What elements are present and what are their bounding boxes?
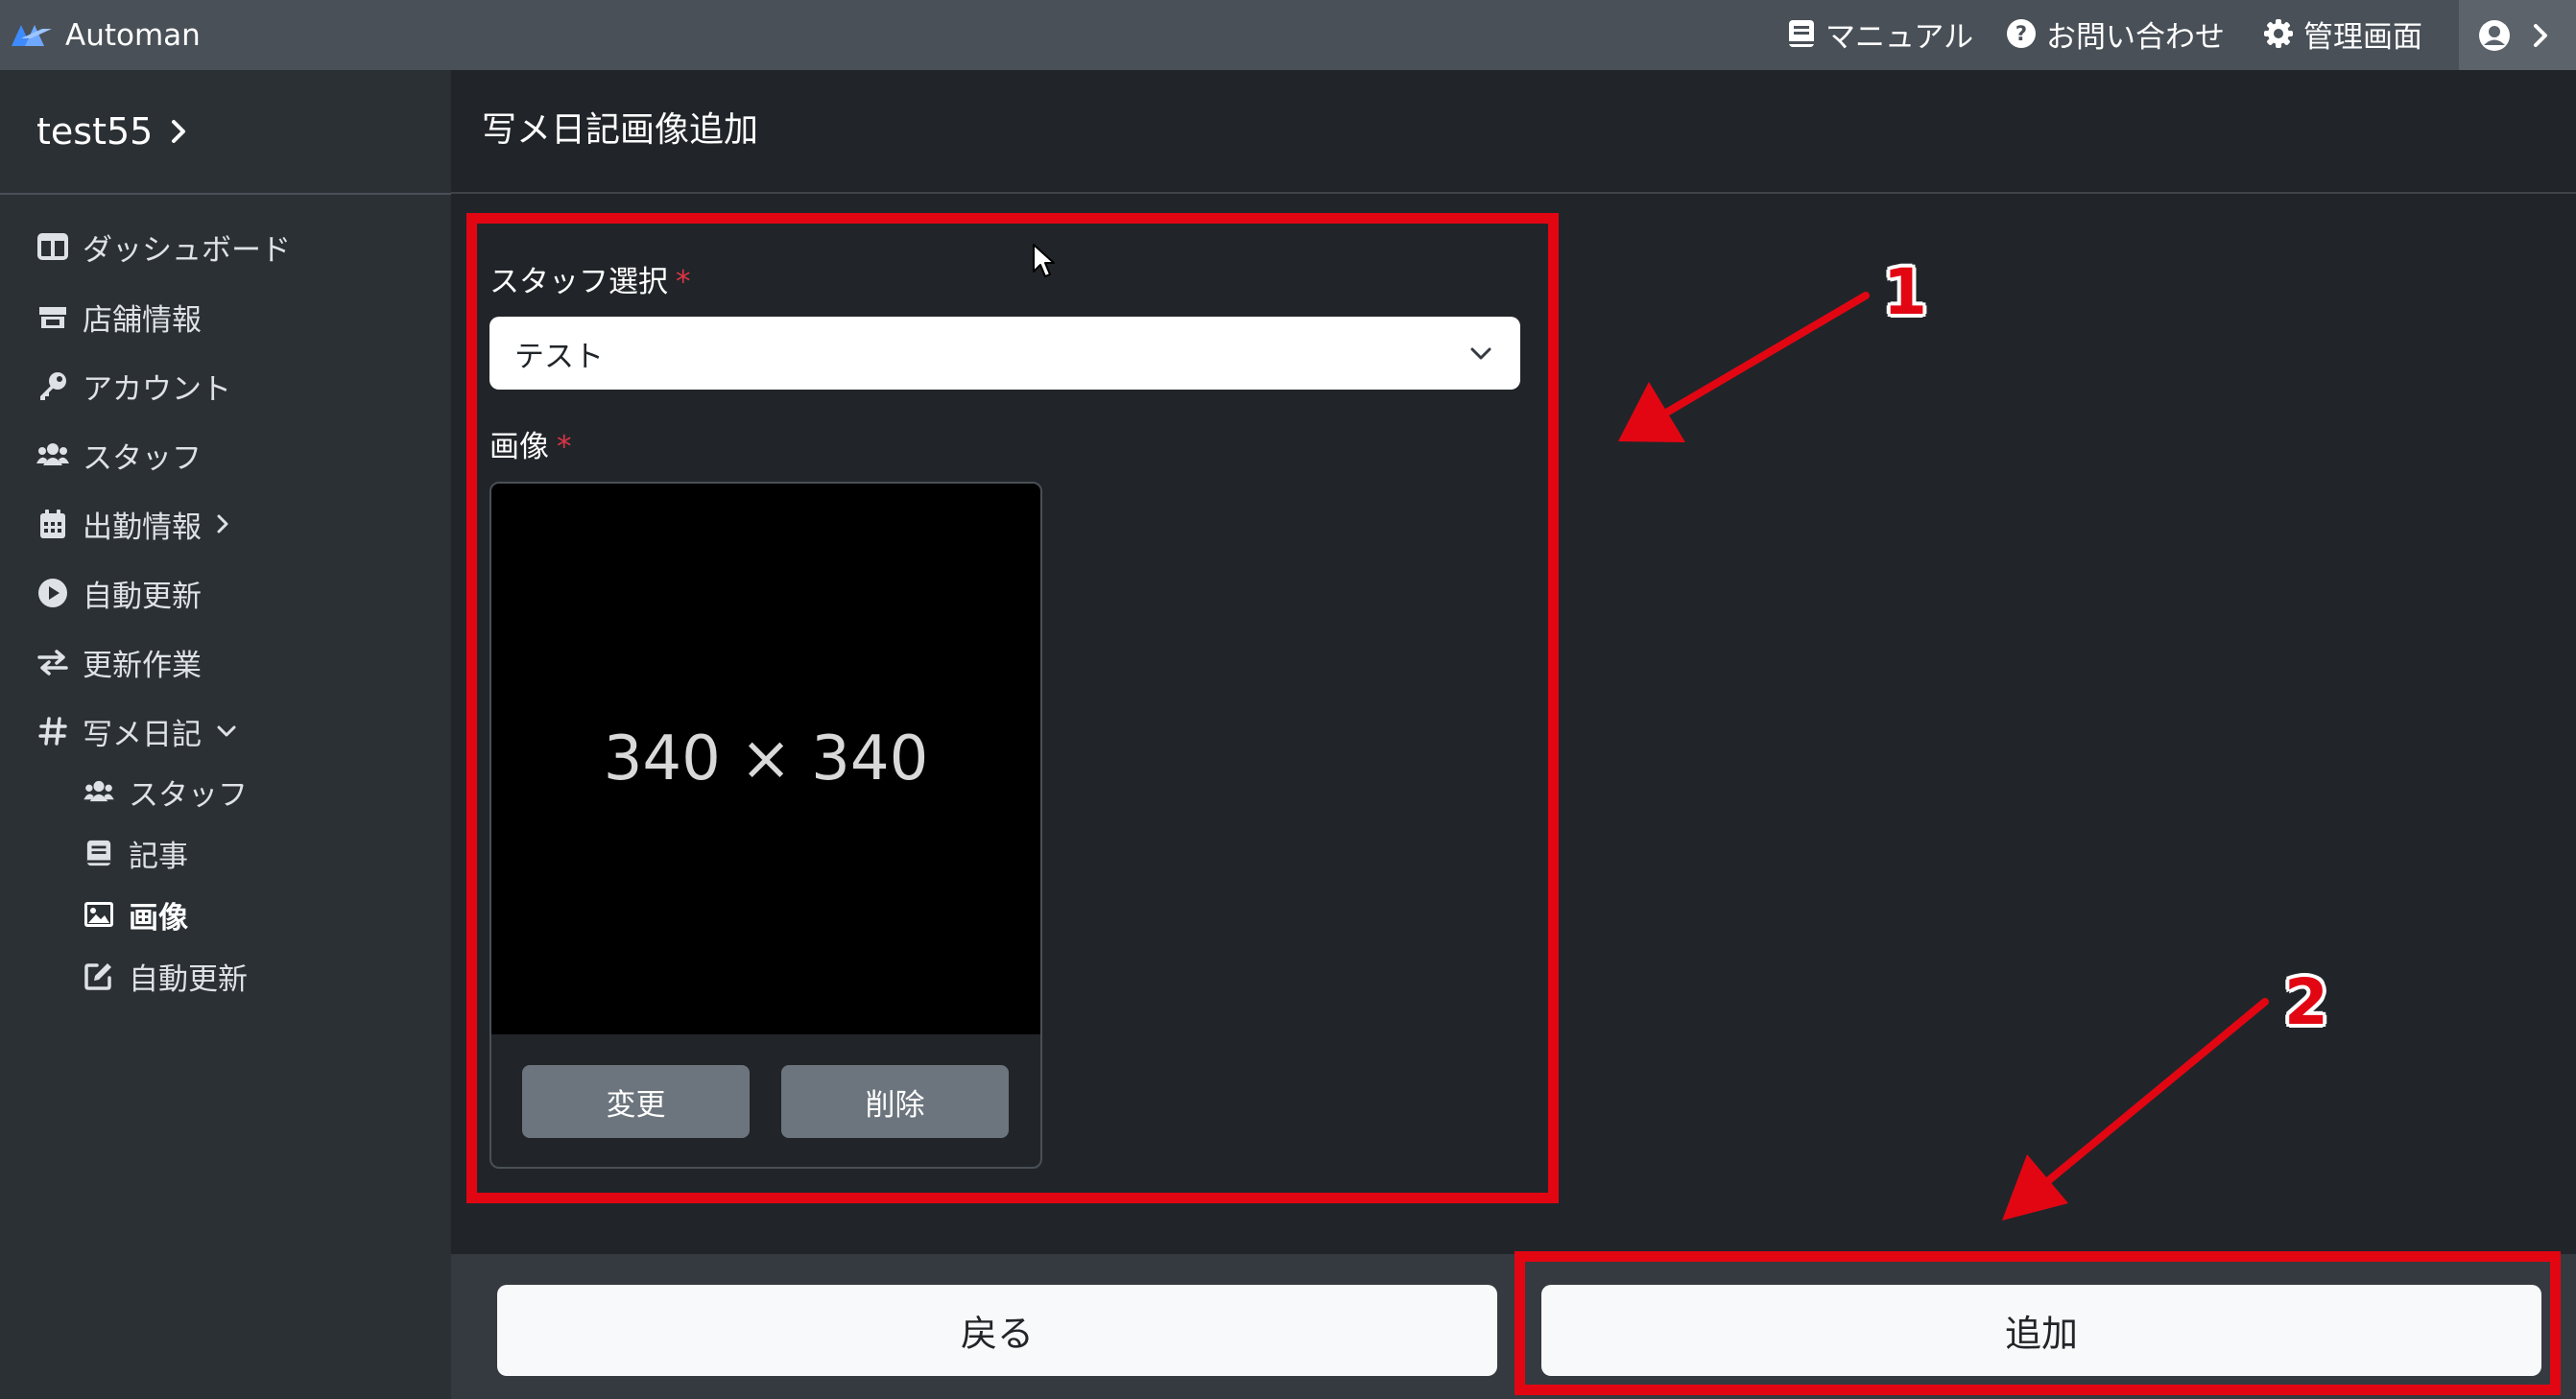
image-placeholder-text: 340 × 340 — [603, 723, 929, 794]
sidebar-item-label: 店舗情報 — [83, 302, 202, 338]
image-preview: 340 × 340 — [491, 484, 1040, 1034]
admin-label: 管理画面 — [2303, 19, 2422, 55]
columns-icon — [36, 230, 69, 263]
sidebar-subitem-auto-update[interactable]: 自動更新 — [83, 952, 248, 1000]
contact-link[interactable]: ? お問い合わせ — [2006, 0, 2225, 67]
staff-select[interactable]: テスト — [489, 317, 1520, 390]
play-circle-icon — [36, 577, 69, 609]
sidebar-item-update-work[interactable]: 更新作業 — [36, 638, 202, 686]
page-title: 写メ日記画像追加 — [482, 110, 759, 150]
image-card: 340 × 340 変更 削除 — [489, 482, 1042, 1169]
sidebar-item-auto-update[interactable]: 自動更新 — [36, 569, 202, 617]
sidebar-item-dashboard[interactable]: ダッシュボード — [36, 223, 291, 271]
sidebar-item-label: スタッフ — [129, 777, 248, 813]
calendar-icon — [36, 508, 69, 540]
required-mark: * — [557, 430, 572, 464]
back-button[interactable]: 戻る — [497, 1285, 1497, 1376]
manual-link[interactable]: マニュアル — [1787, 0, 1973, 67]
sidebar-item-label: 更新作業 — [83, 648, 202, 683]
chevron-down-icon — [215, 723, 238, 739]
sidebar-item-label: アカウント — [83, 371, 231, 407]
sidebar-item-staff[interactable]: スタッフ — [36, 431, 202, 479]
chevron-right-icon — [170, 118, 187, 145]
sidebar-divider — [0, 193, 451, 195]
exchange-icon — [36, 646, 69, 678]
image-icon — [83, 898, 115, 931]
question-circle-icon: ? — [2006, 18, 2037, 49]
hashtag-icon — [36, 715, 69, 747]
contact-label: お問い合わせ — [2046, 19, 2225, 55]
admin-link[interactable]: 管理画面 — [2263, 0, 2422, 67]
store-name: test55 — [36, 110, 154, 153]
sidebar-item-attendance[interactable]: 出勤情報 — [36, 500, 230, 548]
sidebar-item-store-info[interactable]: 店舗情報 — [36, 293, 202, 341]
sidebar-item-account[interactable]: アカウント — [36, 362, 231, 410]
staff-select-label: スタッフ選択 * — [489, 257, 691, 300]
book-icon — [1787, 18, 1816, 49]
sidebar-subitem-image[interactable]: 画像 — [83, 890, 188, 938]
annotation-arrow-2 — [2002, 998, 2269, 1221]
header-divider — [451, 192, 2576, 194]
sidebar-item-label: 自動更新 — [129, 961, 248, 997]
staff-select-value: テスト — [514, 339, 604, 374]
annotation-arrow-1 — [1618, 292, 1870, 442]
chevron-down-icon — [1468, 340, 1493, 367]
sidebar-item-label: 記事 — [129, 839, 188, 874]
required-mark: * — [676, 265, 691, 299]
user-circle-icon — [2478, 19, 2511, 52]
brand[interactable]: Automan — [10, 0, 201, 70]
user-menu[interactable] — [2459, 0, 2576, 70]
sidebar-subitem-article[interactable]: 記事 — [83, 829, 188, 877]
mouse-cursor-icon — [1032, 243, 1057, 279]
automan-logo-icon — [10, 21, 54, 50]
manual-label: マニュアル — [1825, 19, 1974, 55]
image-label: 画像 * — [489, 422, 572, 465]
users-icon — [83, 775, 115, 808]
sidebar-item-photo-diary[interactable]: 写メ日記 — [36, 707, 238, 755]
users-icon — [36, 439, 69, 471]
key-icon — [36, 369, 69, 402]
sidebar-item-label: 写メ日記 — [83, 717, 202, 752]
sidebar-item-label: 出勤情報 — [83, 510, 202, 545]
book-icon — [83, 837, 115, 869]
gear-icon — [2263, 18, 2294, 49]
image-label-text: 画像 — [489, 430, 549, 464]
add-button[interactable]: 追加 — [1541, 1285, 2541, 1376]
top-navbar: Automan マニュアル ? お問い合わせ 管理画面 — [0, 0, 2576, 70]
sidebar-item-label: ダッシュボード — [83, 232, 291, 268]
annotation-label-1: 1 — [1883, 255, 1927, 329]
delete-image-button[interactable]: 削除 — [781, 1065, 1009, 1138]
store-switcher[interactable]: test55 — [36, 70, 187, 193]
chevron-right-icon — [2532, 23, 2549, 48]
svg-text:?: ? — [2015, 22, 2027, 45]
staff-select-label-text: スタッフ選択 — [489, 265, 668, 299]
annotation-label-2: 2 — [2284, 965, 2328, 1039]
app-name: Automan — [65, 17, 201, 53]
chevron-right-icon — [215, 512, 230, 535]
sidebar-subitem-staff[interactable]: スタッフ — [83, 768, 248, 816]
sidebar-item-label: 画像 — [129, 900, 188, 936]
store-icon — [36, 300, 69, 333]
sidebar-item-label: 自動更新 — [83, 579, 202, 614]
change-image-button[interactable]: 変更 — [522, 1065, 750, 1138]
edit-icon — [83, 960, 115, 992]
sidebar-item-label: スタッフ — [83, 440, 202, 476]
